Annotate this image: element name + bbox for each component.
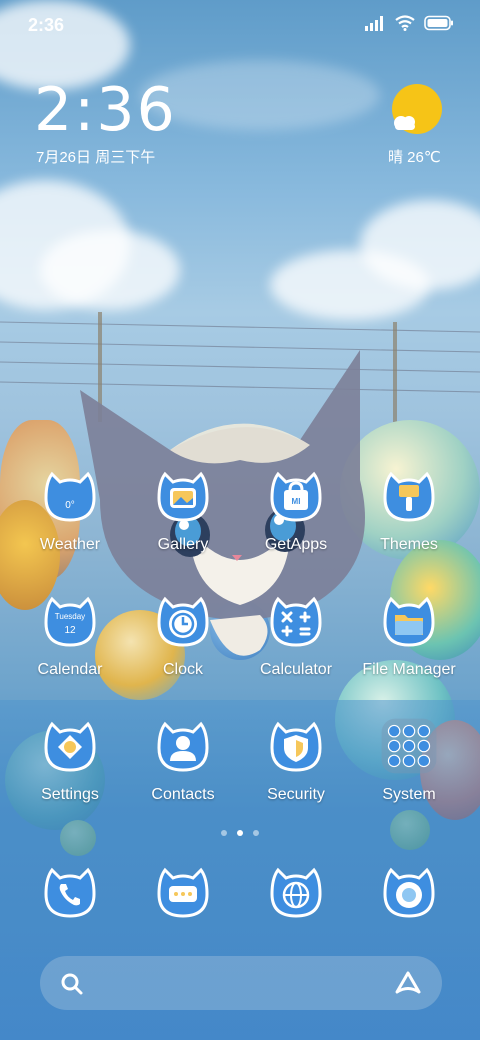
getapps-icon: MI bbox=[270, 471, 322, 522]
page-dot[interactable] bbox=[221, 830, 227, 836]
status-bar: 2:36 bbox=[0, 0, 480, 50]
phone-icon bbox=[44, 867, 96, 918]
messages-icon bbox=[157, 867, 209, 918]
getapps-icon-glyph: MI bbox=[292, 497, 301, 506]
app-gallery[interactable]: Gallery bbox=[127, 468, 239, 568]
browser-icon bbox=[270, 867, 322, 918]
calculator-icon bbox=[270, 596, 322, 647]
themes-icon bbox=[383, 471, 435, 522]
file-manager-icon bbox=[383, 596, 435, 647]
calendar-icon-day: Tuesday bbox=[55, 612, 85, 621]
app-label: File Manager bbox=[362, 661, 456, 678]
page-dot[interactable] bbox=[253, 830, 259, 836]
dock-phone[interactable] bbox=[14, 864, 126, 924]
search-icon[interactable] bbox=[60, 972, 84, 996]
weather-icon: 0° bbox=[44, 471, 96, 522]
app-label: Security bbox=[267, 786, 325, 803]
signal-icon bbox=[365, 16, 383, 31]
contacts-icon bbox=[157, 721, 209, 772]
system-folder-icon bbox=[381, 718, 437, 774]
app-weather[interactable]: 0° Weather bbox=[14, 468, 126, 568]
clock-icon bbox=[157, 596, 209, 647]
clock-time: 2:36 bbox=[34, 75, 177, 145]
app-contacts[interactable]: Contacts bbox=[127, 718, 239, 818]
app-label: Clock bbox=[162, 661, 203, 678]
wifi-icon bbox=[395, 15, 415, 31]
dock-messages[interactable] bbox=[127, 864, 239, 924]
cloud-icon bbox=[394, 116, 415, 130]
weather-text: 晴 26℃ bbox=[388, 149, 441, 166]
app-label: GetApps bbox=[264, 536, 328, 553]
app-security[interactable]: Security bbox=[240, 718, 352, 818]
app-label: Gallery bbox=[157, 536, 209, 553]
app-label: Weather bbox=[39, 536, 101, 553]
dock-browser[interactable] bbox=[240, 864, 352, 924]
search-bar[interactable] bbox=[40, 956, 442, 1010]
camera-icon bbox=[383, 867, 435, 918]
app-calendar[interactable]: Tuesday 12 Calendar bbox=[14, 593, 126, 693]
page-dot-active[interactable] bbox=[237, 830, 243, 836]
app-label: Settings bbox=[41, 786, 99, 803]
security-icon bbox=[270, 721, 322, 772]
battery-icon bbox=[424, 15, 453, 31]
app-clock[interactable]: Clock bbox=[127, 593, 239, 693]
app-label: System bbox=[382, 786, 436, 803]
assistant-icon[interactable] bbox=[394, 970, 422, 996]
app-getapps[interactable]: MI GetApps bbox=[240, 468, 352, 568]
app-themes[interactable]: Themes bbox=[353, 468, 465, 568]
clock-date: 7月26日 周三下午 bbox=[36, 149, 156, 166]
app-label: Calculator bbox=[259, 661, 333, 678]
app-label: Calendar bbox=[37, 661, 103, 678]
app-settings[interactable]: Settings bbox=[14, 718, 126, 818]
status-time: 2:36 bbox=[28, 15, 65, 35]
calendar-icon: Tuesday 12 bbox=[44, 596, 96, 647]
app-system-folder[interactable]: System bbox=[353, 718, 465, 818]
app-label: Contacts bbox=[151, 786, 215, 803]
settings-icon bbox=[44, 721, 96, 772]
app-file-manager[interactable]: File Manager bbox=[353, 593, 465, 693]
weather-icon-glyph: 0° bbox=[65, 500, 75, 511]
app-label: Themes bbox=[380, 536, 438, 553]
calendar-icon-date: 12 bbox=[64, 625, 76, 636]
dock-camera[interactable] bbox=[353, 864, 465, 924]
gallery-icon bbox=[157, 471, 209, 522]
app-calculator[interactable]: Calculator bbox=[240, 593, 352, 693]
page-indicator bbox=[0, 830, 480, 836]
